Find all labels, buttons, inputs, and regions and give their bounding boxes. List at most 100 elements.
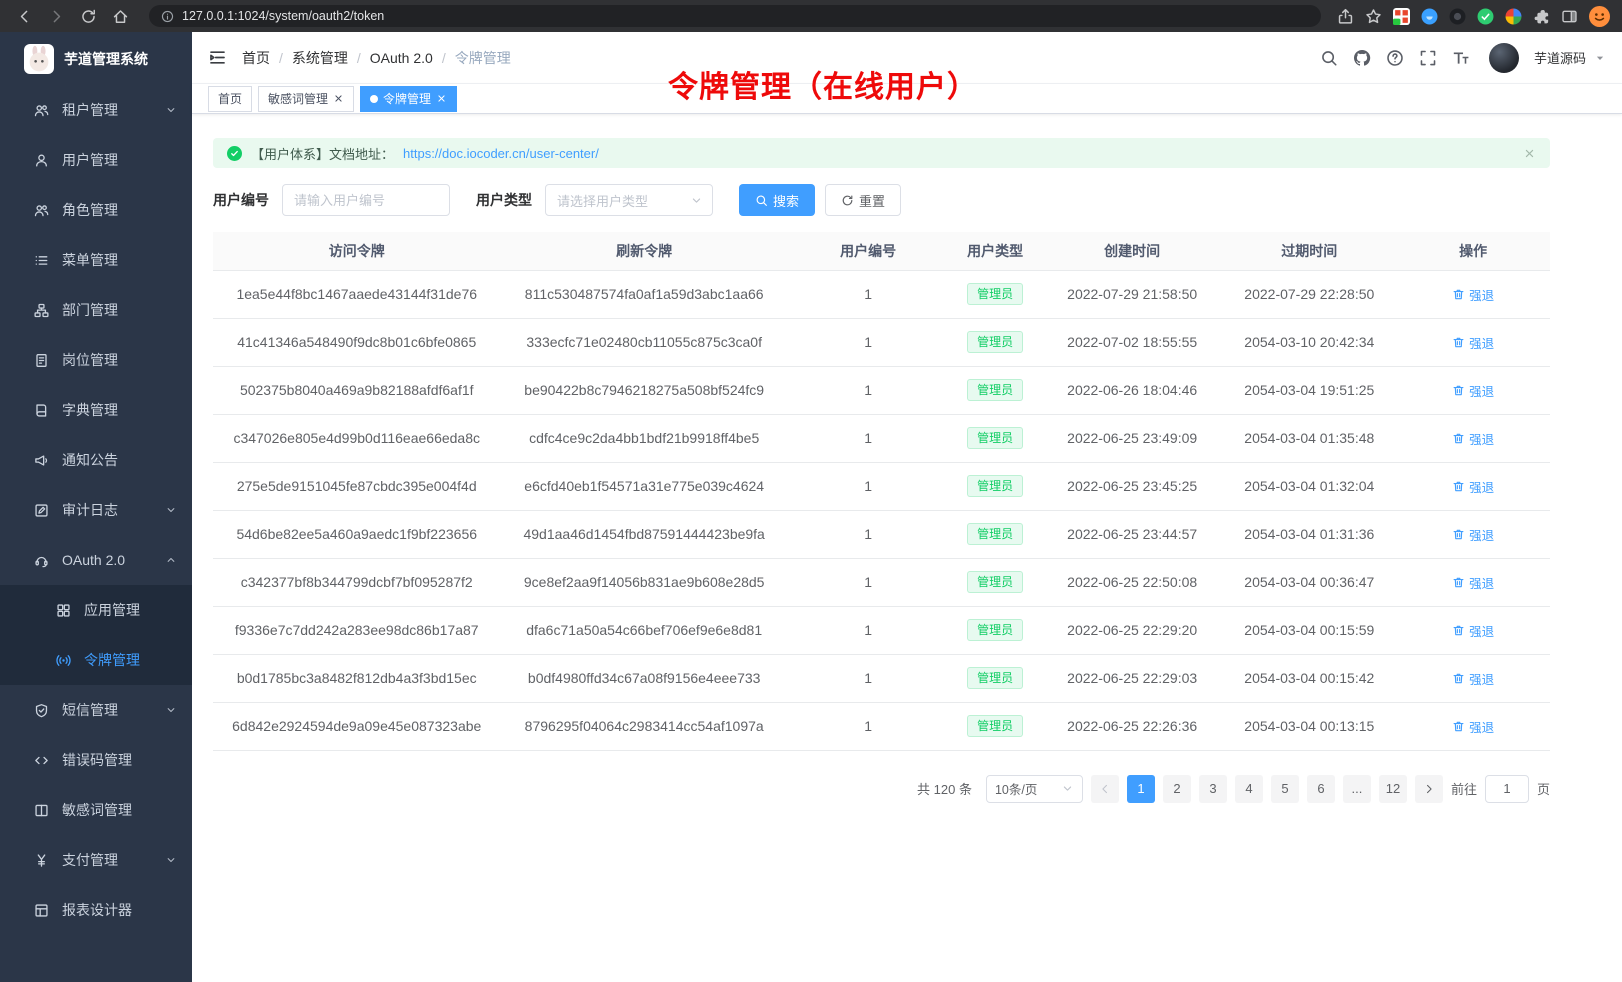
- table-header-row: 访问令牌刷新令牌用户编号用户类型创建时间过期时间操作: [213, 232, 1550, 270]
- browser-back-icon[interactable]: [16, 8, 33, 25]
- share-icon[interactable]: [1337, 8, 1354, 25]
- app-logo[interactable]: 芋道管理系统: [0, 32, 192, 85]
- doc-link[interactable]: https://doc.iocoder.cn/user-center/: [403, 146, 599, 161]
- sidebar-item-audit-log[interactable]: 审计日志: [0, 485, 192, 535]
- fullscreen-icon[interactable]: [1419, 49, 1437, 67]
- force-logout-button[interactable]: 强退: [1452, 717, 1494, 736]
- extensions-puzzle-icon[interactable]: [1533, 8, 1550, 25]
- breadcrumb-item[interactable]: 系统管理: [292, 48, 348, 68]
- browser-home-icon[interactable]: [112, 8, 129, 25]
- search-button[interactable]: 搜索: [739, 184, 815, 216]
- force-logout-button[interactable]: 强退: [1452, 429, 1494, 448]
- force-logout-button[interactable]: 强退: [1452, 621, 1494, 640]
- page-ellipsis-button[interactable]: ...: [1343, 775, 1371, 803]
- delete-icon: [1452, 624, 1465, 637]
- help-icon[interactable]: [1386, 49, 1404, 67]
- force-logout-button[interactable]: 强退: [1452, 477, 1494, 496]
- force-logout-button[interactable]: 强退: [1452, 573, 1494, 592]
- user-avatar[interactable]: [1489, 43, 1519, 73]
- reset-button[interactable]: 重置: [825, 184, 901, 216]
- split-view-icon[interactable]: [1561, 8, 1578, 25]
- sidebar-item-notice[interactable]: 通知公告: [0, 435, 192, 485]
- user-id-cell: 1: [788, 318, 948, 366]
- browser-reload-icon[interactable]: [80, 8, 97, 25]
- alert-close-icon[interactable]: [1523, 147, 1536, 160]
- site-info-icon[interactable]: [161, 10, 174, 23]
- extension-dark-icon[interactable]: [1449, 8, 1466, 25]
- chevron-down-icon[interactable]: [1594, 52, 1606, 64]
- browser-chrome: 127.0.0.1:1024/system/oauth2/token: [0, 0, 1622, 32]
- url-bar[interactable]: 127.0.0.1:1024/system/oauth2/token: [149, 5, 1321, 27]
- github-icon[interactable]: [1353, 49, 1371, 67]
- sidebar-item-post[interactable]: 岗位管理: [0, 335, 192, 385]
- page-2-button[interactable]: 2: [1163, 775, 1191, 803]
- app-title: 芋道管理系统: [64, 49, 148, 69]
- extension-pixel-icon[interactable]: [1393, 8, 1410, 25]
- page-size-select[interactable]: 10条/页: [986, 775, 1083, 803]
- sidebar-item-user[interactable]: 用户管理: [0, 135, 192, 185]
- delete-icon: [1452, 432, 1465, 445]
- expire-time-cell: 2022-07-29 22:28:50: [1222, 270, 1396, 318]
- force-logout-button[interactable]: 强退: [1452, 381, 1494, 400]
- breadcrumb-item[interactable]: OAuth 2.0: [370, 50, 433, 66]
- tab-oauth2-token[interactable]: 令牌管理: [360, 86, 457, 112]
- chevron-down-icon: [1061, 782, 1074, 795]
- page-1-button[interactable]: 1: [1127, 775, 1155, 803]
- page-5-button[interactable]: 5: [1271, 775, 1299, 803]
- sidebar-item-oauth2-token[interactable]: 令牌管理: [0, 635, 192, 685]
- force-logout-button[interactable]: 强退: [1452, 333, 1494, 352]
- extension-green-icon[interactable]: [1477, 8, 1494, 25]
- font-size-icon[interactable]: [1452, 49, 1470, 67]
- search-icon[interactable]: [1320, 49, 1338, 67]
- sidebar-item-pay[interactable]: 支付管理: [0, 835, 192, 885]
- tab-close-icon[interactable]: [436, 93, 447, 104]
- page-6-button[interactable]: 6: [1307, 775, 1335, 803]
- refresh-token-cell: 811c530487574fa0af1a59d3abc1aa66: [500, 270, 787, 318]
- expire-time-cell: 2054-03-10 20:42:34: [1222, 318, 1396, 366]
- sidebar-item-sms[interactable]: 短信管理: [0, 685, 192, 735]
- user-type-badge: 管理员: [967, 283, 1023, 305]
- sidebar-item-dept[interactable]: 部门管理: [0, 285, 192, 335]
- bookmark-star-icon[interactable]: [1365, 8, 1382, 25]
- badge-icon: [34, 353, 49, 368]
- tab-home[interactable]: 首页: [208, 86, 252, 112]
- sidebar-item-oauth2-app[interactable]: 应用管理: [0, 585, 192, 635]
- user-name[interactable]: 芋道源码: [1534, 48, 1586, 67]
- force-logout-button[interactable]: 强退: [1452, 525, 1494, 544]
- next-page-button[interactable]: [1415, 775, 1443, 803]
- tab-close-icon[interactable]: [333, 93, 344, 104]
- page-12-button[interactable]: 12: [1379, 775, 1407, 803]
- page-4-button[interactable]: 4: [1235, 775, 1263, 803]
- user-type-select[interactable]: 请选择用户类型: [545, 184, 713, 216]
- page-3-button[interactable]: 3: [1199, 775, 1227, 803]
- shield-icon: [34, 703, 49, 718]
- sidebar-item-role[interactable]: 角色管理: [0, 185, 192, 235]
- browser-profile-avatar[interactable]: [1589, 6, 1610, 27]
- force-logout-button[interactable]: 强退: [1452, 669, 1494, 688]
- chevron-down-icon: [165, 854, 177, 866]
- sidebar-item-menu[interactable]: 菜单管理: [0, 235, 192, 285]
- sidebar-item-dict[interactable]: 字典管理: [0, 385, 192, 435]
- extension-blue-icon[interactable]: [1421, 8, 1438, 25]
- sidebar-item-oauth2[interactable]: OAuth 2.0: [0, 535, 192, 585]
- user-type-badge: 管理员: [967, 571, 1023, 593]
- extension-rainbow-icon[interactable]: [1505, 8, 1522, 25]
- sidebar-item-sensitive-word[interactable]: 敏感词管理: [0, 785, 192, 835]
- create-time-cell: 2022-06-25 22:29:03: [1042, 654, 1222, 702]
- delete-icon: [1452, 336, 1465, 349]
- sidebar-item-tenant[interactable]: 租户管理: [0, 85, 192, 135]
- browser-forward-icon[interactable]: [48, 8, 65, 25]
- tab-sensitive-word[interactable]: 敏感词管理: [258, 86, 354, 112]
- goto-suffix: 页: [1537, 779, 1550, 798]
- refresh-token-cell: e6cfd40eb1f54571a31e775e039c4624: [500, 462, 787, 510]
- goto-page-input[interactable]: [1485, 775, 1529, 803]
- menu-fold-icon[interactable]: [208, 48, 227, 67]
- prev-page-button[interactable]: [1091, 775, 1119, 803]
- sidebar-item-error-code[interactable]: 错误码管理: [0, 735, 192, 785]
- breadcrumb-item[interactable]: 首页: [242, 48, 270, 68]
- users-icon: [34, 103, 49, 118]
- user-id-input[interactable]: [282, 184, 450, 216]
- sidebar-item-report-designer[interactable]: 报表设计器: [0, 885, 192, 935]
- force-logout-button[interactable]: 强退: [1452, 285, 1494, 304]
- refresh-icon: [841, 194, 854, 207]
